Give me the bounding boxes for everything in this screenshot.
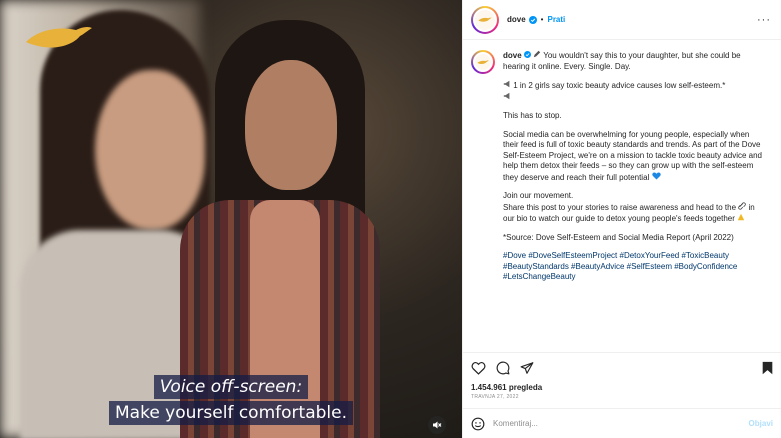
heart-outline-icon xyxy=(471,362,486,375)
action-bar xyxy=(463,353,781,383)
caption-body: Social media can be overwhelming for you… xyxy=(503,129,762,182)
post-side-panel: dove • Prati ··· dove You wouldn't say t… xyxy=(462,0,781,438)
post-header: dove • Prati ··· xyxy=(463,0,781,40)
caption-stop: This has to stop. xyxy=(503,111,562,120)
subtitle-line-1: Voice off-screen: xyxy=(0,375,462,399)
save-button[interactable] xyxy=(762,361,773,375)
caption-source: *Source: Dove Self-Esteem and Social Med… xyxy=(503,232,734,242)
view-count[interactable]: 1.454.961 pregleda xyxy=(463,383,781,392)
subtitle-line-2: Make yourself comfortable. xyxy=(0,401,462,425)
follow-button[interactable]: Prati xyxy=(547,15,565,24)
blue-heart-emoji-icon xyxy=(651,171,661,180)
instagram-post: Voice off-screen: Make yourself comforta… xyxy=(0,0,781,438)
emoji-button[interactable] xyxy=(471,417,485,431)
person-left-face xyxy=(95,70,205,230)
bookmark-icon xyxy=(762,361,773,375)
separator-dot: • xyxy=(540,15,544,24)
avatar[interactable] xyxy=(471,5,499,34)
megaphone-emoji-icon xyxy=(503,80,510,88)
like-button[interactable] xyxy=(471,361,486,375)
post-caption: dove You wouldn't say this to your daugh… xyxy=(503,50,763,352)
megaphone-emoji-icon xyxy=(503,92,510,99)
pencil-emoji-icon xyxy=(533,50,541,58)
comment-bar: Objavi xyxy=(463,408,781,438)
link-emoji-icon xyxy=(738,201,747,210)
dove-bird-logo-icon xyxy=(26,26,92,48)
caption-hashtags[interactable]: #Dove #DoveSelfEsteemProject #DetoxYourF… xyxy=(503,251,737,281)
verified-badge-icon xyxy=(523,51,531,58)
username-link[interactable]: dove xyxy=(507,15,526,24)
caption-username[interactable]: dove xyxy=(503,51,522,60)
caption-stat: 1 in 2 girls say toxic beauty advice cau… xyxy=(513,81,726,90)
praying-hands-emoji-icon xyxy=(737,213,745,221)
mute-button[interactable] xyxy=(428,416,446,434)
paper-plane-icon xyxy=(520,362,534,374)
post-comment-button[interactable]: Objavi xyxy=(749,419,773,428)
person-right-face xyxy=(245,60,337,190)
avatar[interactable] xyxy=(471,50,495,74)
speaker-muted-icon xyxy=(433,421,442,429)
share-button[interactable] xyxy=(520,361,534,375)
comment-button[interactable] xyxy=(496,361,510,375)
caption-scroll-area[interactable]: dove You wouldn't say this to your daugh… xyxy=(463,40,781,353)
comment-bubble-icon xyxy=(496,361,510,375)
dove-bird-logo-icon xyxy=(478,17,492,22)
verified-badge-icon xyxy=(528,15,537,24)
smiley-face-icon xyxy=(471,417,485,430)
more-options-icon[interactable]: ··· xyxy=(757,14,771,26)
post-date[interactable]: TRAVNJA 27, 2022 xyxy=(463,392,781,408)
caption-join: Join our movement. xyxy=(503,191,574,200)
comment-input[interactable] xyxy=(493,419,741,428)
caption-share: Share this post to your stories to raise… xyxy=(503,202,737,212)
dove-bird-logo-icon xyxy=(477,59,489,64)
video-player[interactable]: Voice off-screen: Make yourself comforta… xyxy=(0,0,462,438)
